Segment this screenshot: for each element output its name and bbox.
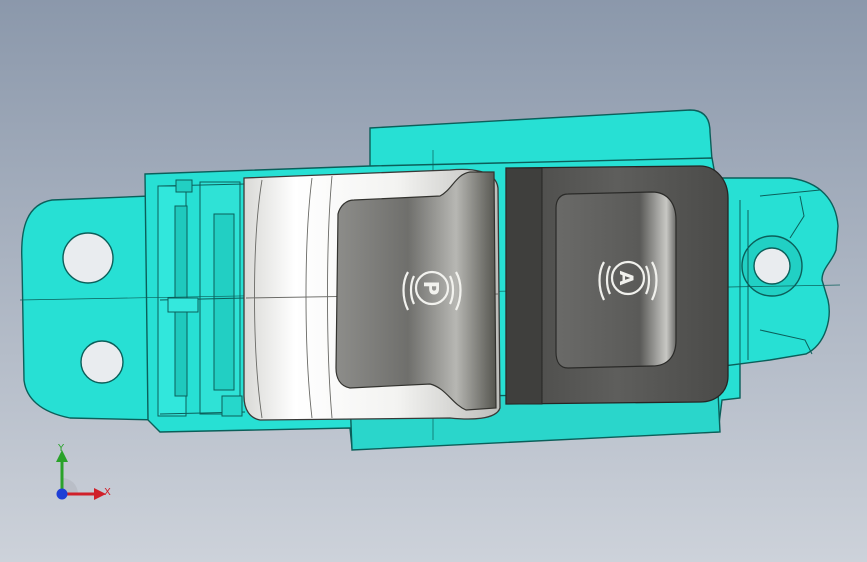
3d-viewport[interactable]: P A X Y [0, 0, 867, 562]
model-canvas[interactable]: P A [0, 0, 867, 562]
auto-hold-symbol-letter: A [615, 271, 637, 286]
park-button[interactable]: P [243, 168, 501, 421]
z-axis-dot-icon [56, 488, 68, 500]
right-mounting-hole [753, 247, 791, 285]
auto-hold-divider [505, 167, 543, 405]
park-symbol-letter: P [419, 281, 443, 296]
x-axis-label: X [104, 487, 111, 498]
left-mounting-ear[interactable] [21, 195, 161, 421]
orientation-triad[interactable] [44, 438, 120, 514]
y-axis-label: Y [58, 443, 65, 454]
left-mounting-hole-upper [62, 232, 114, 284]
auto-hold-button[interactable]: A [505, 165, 729, 405]
left-mounting-hole-lower [80, 340, 124, 384]
